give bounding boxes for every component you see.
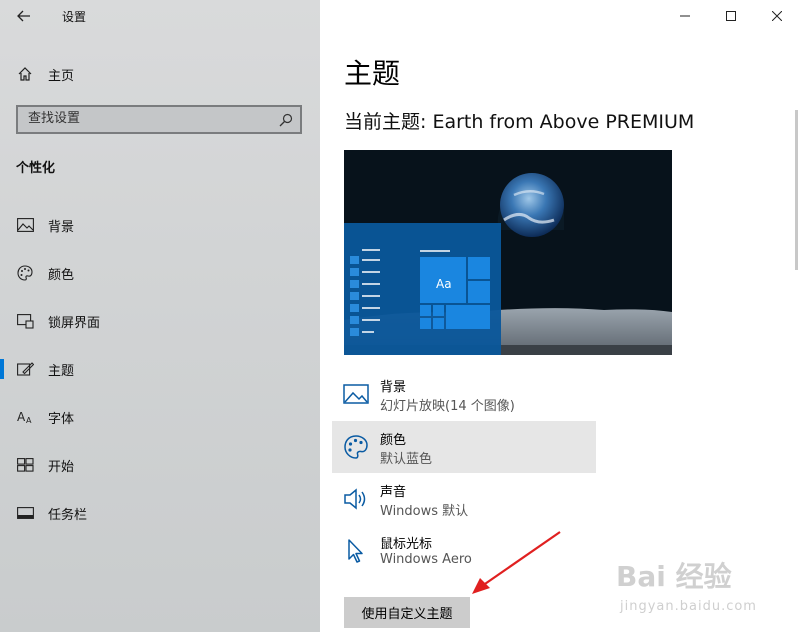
sidebar-item-lockscreen[interactable]: 锁屏界面 [0,301,320,341]
close-icon [772,11,782,21]
row-name: 鼠标光标 [380,537,433,552]
watermark: Bai 经验 jingyan.baidu.com [610,545,790,625]
svg-text:A: A [17,410,26,424]
preview-tile-text: Aa [436,277,452,291]
scrollbar[interactable] [795,110,798,270]
sidebar: 设置 主页 个性化 背景 颜色 锁屏界面 主题 AA [0,0,320,632]
close-button[interactable] [754,2,800,30]
watermark-url: jingyan.baidu.com [620,599,757,614]
palette-icon [16,264,34,282]
back-button[interactable] [10,4,38,28]
start-icon [16,456,34,474]
search-icon[interactable] [278,112,294,128]
row-value: 默认蓝色 [380,452,433,467]
theme-preview-image: Aa [344,150,672,355]
picture-icon [343,384,369,404]
palette-icon [344,435,368,459]
sidebar-item-colors[interactable]: 颜色 [0,253,320,293]
sidebar-item-label: 主题 [48,363,75,379]
use-custom-theme-button[interactable]: 使用自定义主题 [344,597,470,628]
minimize-icon [680,15,690,17]
search-input[interactable] [28,111,268,126]
sidebar-item-label: 任务栏 [48,507,88,523]
picture-icon [16,216,34,234]
row-name: 颜色 [380,433,407,448]
lockscreen-icon [16,312,34,330]
back-arrow-icon [17,10,30,22]
sidebar-item-label: 锁屏界面 [48,315,101,331]
sidebar-item-label: 背景 [48,219,75,235]
search-box[interactable] [16,105,302,134]
row-value: Windows Aero [380,552,472,567]
theme-preview: Aa [344,150,672,355]
app-title: 设置 [62,10,87,24]
home-icon [16,65,34,83]
row-name: 背景 [380,380,407,395]
title-bar: 设置 [0,0,320,32]
theme-row-colors[interactable]: 颜色 默认蓝色 [332,421,596,473]
sidebar-item-label: 主页 [48,68,75,84]
sidebar-item-start[interactable]: 开始 [0,445,320,485]
cursor-icon [348,539,363,563]
theme-icon [16,360,34,378]
sidebar-item-label: 字体 [48,411,75,427]
font-icon: AA [16,408,34,426]
current-theme-label: 当前主题: Earth from Above PREMIUM [344,111,695,133]
annotation-arrow [472,531,561,594]
sidebar-item-fonts[interactable]: AA 字体 [0,397,320,437]
sidebar-item-background[interactable]: 背景 [0,205,320,245]
theme-row-background[interactable]: 背景 幻灯片放映(14 个图像) [332,368,596,420]
watermark-text: Bai 经验 [616,560,732,593]
row-value: 幻灯片放映(14 个图像) [380,399,515,414]
section-title: 个性化 [16,161,56,176]
sidebar-item-home[interactable]: 主页 [0,60,320,88]
sidebar-item-themes[interactable]: 主题 [0,349,320,389]
taskbar-icon [16,504,34,522]
svg-text:A: A [26,416,32,425]
row-value: Windows 默认 [380,504,469,519]
speaker-icon [344,488,366,510]
minimize-button[interactable] [662,2,708,30]
sidebar-item-label: 开始 [48,459,75,475]
maximize-icon [726,11,736,21]
row-name: 声音 [380,485,407,500]
sidebar-item-taskbar[interactable]: 任务栏 [0,493,320,533]
theme-row-sounds[interactable]: 声音 Windows 默认 [332,473,596,525]
page-title: 主题 [344,57,401,90]
maximize-button[interactable] [708,2,754,30]
sidebar-item-label: 颜色 [48,267,75,283]
